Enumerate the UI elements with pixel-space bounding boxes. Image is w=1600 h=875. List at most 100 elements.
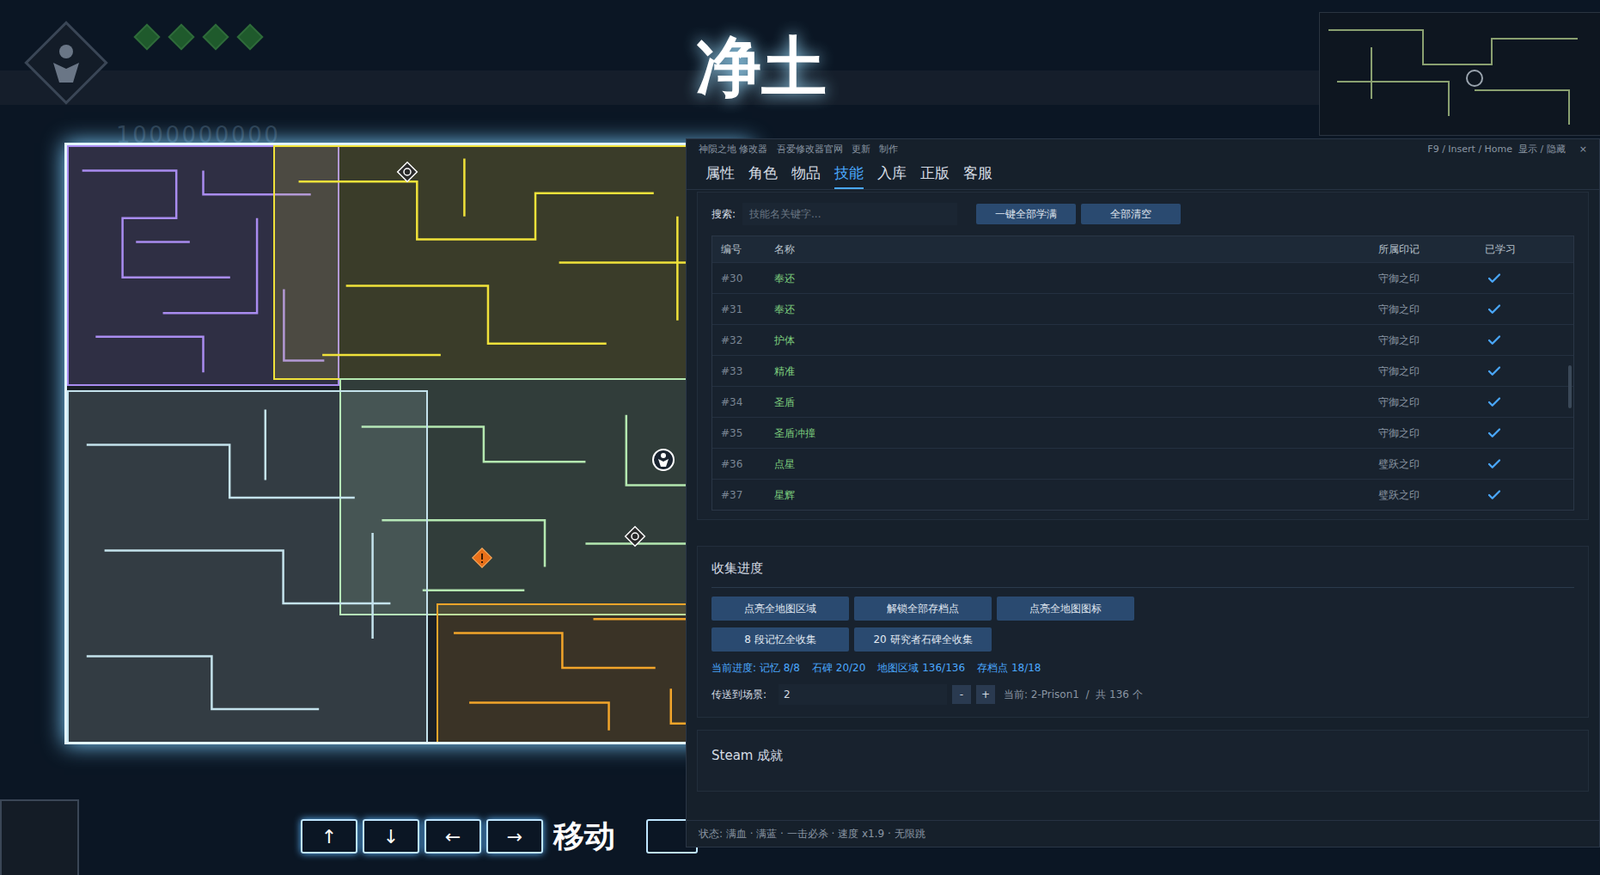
- collect-button[interactable]: 20 研究者石碑全收集: [854, 627, 992, 652]
- skill-name: 奉还: [772, 270, 1377, 287]
- skill-id: #32: [712, 332, 773, 349]
- check-icon[interactable]: [1486, 301, 1503, 318]
- dash-icon: [0, 799, 80, 875]
- key-cap: →: [486, 818, 544, 854]
- header-link[interactable]: 更新: [851, 142, 871, 158]
- skill-id: #36: [712, 456, 773, 472]
- progress-item: 存档点 18/18: [977, 659, 1041, 676]
- minimap-drawing: [1319, 12, 1600, 134]
- check-icon[interactable]: [1486, 456, 1503, 472]
- header-link[interactable]: 制作: [879, 142, 898, 158]
- plus-button[interactable]: +: [976, 684, 996, 704]
- skill-name: 圣盾冲撞: [772, 425, 1377, 441]
- table-row[interactable]: #30奉还守御之印: [712, 262, 1574, 294]
- search-row: 搜索: 技能名关键字... 一键全部学满全部清空: [711, 202, 1575, 226]
- collect-button[interactable]: 8 段记忆全收集: [711, 627, 849, 652]
- skills-table: 编号名称所属印记已学习#30奉还守御之印#31奉还守御之印#32护体守御之印#3…: [711, 235, 1575, 511]
- tab-bar: 属性角色物品技能入库正版客服: [686, 157, 1600, 191]
- collect-panel: 收集进度点亮全地图区域解锁全部存档点点亮全地图图标 8 段记忆全收集20 研究者石…: [696, 545, 1589, 718]
- check-icon[interactable]: [1486, 363, 1503, 379]
- gem: [133, 23, 160, 50]
- scene-input[interactable]: 2: [778, 683, 947, 705]
- tab[interactable]: 属性: [705, 162, 735, 190]
- table-row[interactable]: #35圣盾冲撞守御之印: [712, 416, 1574, 448]
- skill-id: #33: [712, 363, 773, 379]
- action-button[interactable]: 一键全部学满: [976, 203, 1076, 225]
- tab[interactable]: 正版: [920, 162, 950, 190]
- tab[interactable]: 入库: [877, 162, 907, 190]
- check-icon[interactable]: [1486, 487, 1503, 503]
- skills-panel: 搜索:技能名关键字...一键全部学满全部清空编号名称所属印记已学习#30奉还守御…: [696, 191, 1589, 520]
- section-title: 收集进度: [711, 558, 1575, 588]
- search-input[interactable]: 技能名关键字...: [742, 202, 958, 226]
- skill-name: 奉还: [772, 301, 1377, 318]
- progress-line: 当前进度: 记忆 8/8 石碑 20/20 地图区域 136/136 存档点 18/1…: [711, 659, 1575, 676]
- skill-mark: 守御之印: [1376, 394, 1482, 410]
- scrollbar-thumb[interactable]: [1568, 365, 1572, 409]
- table-row[interactable]: #32护体守御之印: [712, 323, 1574, 355]
- table-row[interactable]: #36点星璧跃之印: [712, 447, 1574, 479]
- skill-mark: 守御之印: [1376, 270, 1482, 287]
- tab[interactable]: 技能: [834, 162, 864, 190]
- check-icon[interactable]: [1486, 332, 1503, 349]
- map-pin[interactable]: [471, 547, 493, 568]
- key-cap: ↓: [362, 818, 420, 854]
- map-pin[interactable]: [623, 525, 647, 548]
- check-icon[interactable]: [1486, 425, 1503, 441]
- hotkey-hint: F9 / Insert / Home 显示 / 隐藏: [1427, 142, 1565, 158]
- trainer-header: 神陨之地 修改器吾爱修改器官网更新制作 F9 / Insert / Home 显示…: [686, 139, 1600, 158]
- key-cap: ↑: [300, 818, 358, 854]
- table-row[interactable]: #34圣盾守御之印: [712, 385, 1574, 417]
- collect-button[interactable]: 点亮全地图图标: [996, 596, 1135, 621]
- gem: [167, 23, 195, 50]
- tab[interactable]: 物品: [791, 162, 821, 190]
- warning-icon: [471, 547, 493, 568]
- skill-name: 护体: [772, 332, 1377, 349]
- map-pin[interactable]: [396, 160, 419, 184]
- skill-id: #35: [712, 425, 773, 441]
- skill-id: #30: [712, 270, 773, 287]
- teleport-row: 传送到场景:2-+当前: 2-Prison1 / 共 136 个: [711, 683, 1575, 705]
- progress-item: 石碑 20/20: [812, 659, 866, 676]
- table-row[interactable]: #33精准守御之印: [712, 354, 1574, 386]
- progress-item: 当前进度: 记忆 8/8: [711, 659, 800, 676]
- tab[interactable]: 客服: [963, 162, 993, 190]
- map-pin[interactable]: [651, 447, 676, 472]
- save-point-icon: [396, 160, 419, 184]
- minimap: [1319, 12, 1600, 136]
- steam-panel[interactable]: Steam 成就: [696, 729, 1589, 793]
- emblem-icon: [18, 15, 114, 110]
- collect-button[interactable]: 点亮全地图区域: [711, 596, 849, 621]
- key-cap: ←: [424, 818, 482, 854]
- check-icon[interactable]: [1486, 394, 1503, 410]
- controls-hint: ↑↓←→移动: [300, 812, 698, 860]
- skill-id: #31: [712, 301, 773, 318]
- skill-mark: 守御之印: [1376, 363, 1482, 379]
- action-button[interactable]: 全部清空: [1080, 203, 1181, 225]
- area-title: 净土: [696, 34, 827, 100]
- search-label: 搜索:: [711, 206, 736, 222]
- header-link[interactable]: 吾爱修改器官网: [776, 142, 843, 158]
- table-row[interactable]: #37星辉璧跃之印: [712, 478, 1574, 510]
- skill-id: #37: [712, 487, 773, 503]
- skill-name: 圣盾: [772, 394, 1377, 410]
- skill-name: 点星: [772, 456, 1377, 472]
- map-region: [273, 145, 751, 380]
- progress-item: 地图区域 136/136: [877, 659, 965, 676]
- collect-button[interactable]: 解锁全部存档点: [854, 596, 992, 621]
- emblem: [18, 15, 114, 110]
- tab[interactable]: 角色: [748, 162, 778, 190]
- minus-button[interactable]: -: [952, 684, 971, 704]
- skill-mark: 守御之印: [1376, 332, 1482, 349]
- header-link[interactable]: 神陨之地 修改器: [698, 142, 769, 158]
- check-icon[interactable]: [1486, 270, 1503, 287]
- table-row[interactable]: #31奉还守御之印: [712, 293, 1574, 324]
- teleport-label: 传送到场景:: [711, 686, 774, 703]
- world-map[interactable]: [64, 142, 752, 745]
- skill-mark: 璧跃之印: [1376, 487, 1482, 503]
- gem-row: [137, 27, 260, 47]
- table-header: 编号名称所属印记已学习: [712, 236, 1574, 263]
- close-button[interactable]: ×: [1579, 142, 1588, 158]
- section-title: Steam 成就: [711, 745, 1575, 766]
- skill-mark: 璧跃之印: [1376, 456, 1482, 472]
